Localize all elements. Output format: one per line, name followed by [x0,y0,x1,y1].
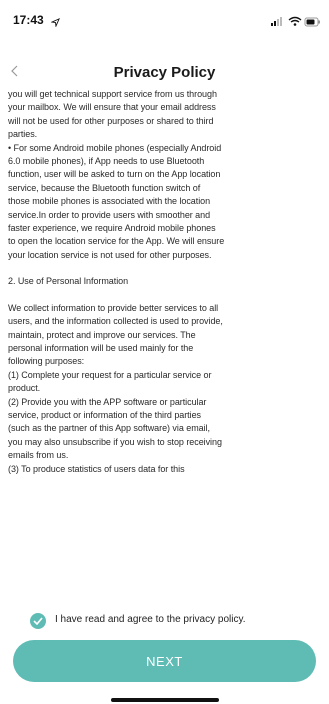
agree-checkbox[interactable] [30,613,46,629]
location-arrow-icon [50,14,61,28]
policy-paragraph: • For some Android mobile phones (especi… [8,142,225,260]
scroll-fade [0,575,329,597]
checkmark-icon [33,617,43,625]
home-indicator [111,698,219,702]
battery-icon [304,17,320,27]
status-icons [269,15,321,27]
policy-paragraph: We collect information to provide better… [8,302,223,474]
signal-icon [271,17,282,26]
agree-label: I have read and agree to the privacy pol… [55,614,246,625]
policy-paragraph: you will get technical support service f… [8,89,217,140]
section-heading: 2. Use of Personal Information [8,276,129,287]
wifi-icon [288,16,302,26]
status-time: 17:43 [13,13,44,27]
policy-text[interactable]: you will get technical support service f… [8,88,329,594]
next-button[interactable]: NEXT [13,640,316,682]
status-bar: 17:43 [0,0,329,44]
nav-bar: Privacy Policy [0,56,329,86]
page-title: Privacy Policy [113,64,216,81]
